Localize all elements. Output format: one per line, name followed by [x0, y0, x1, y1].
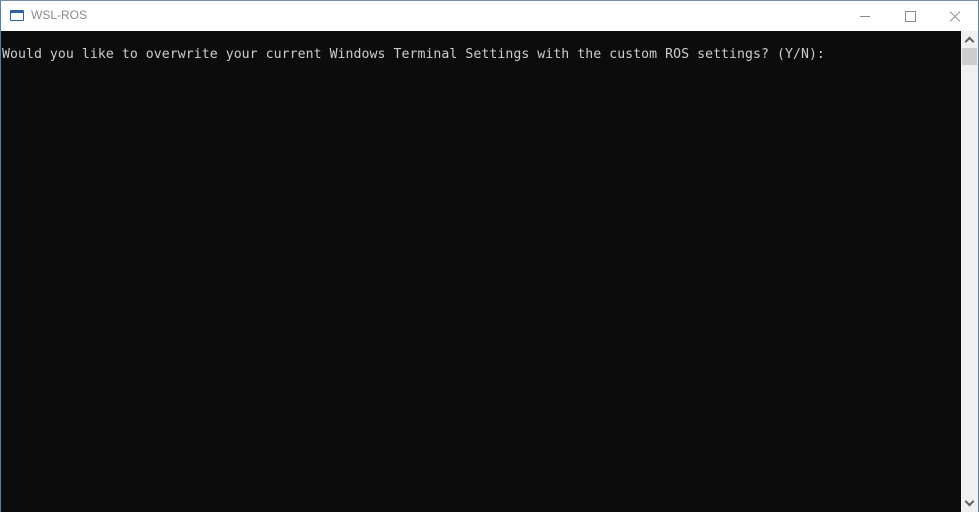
- chevron-down-icon: [964, 496, 975, 507]
- chevron-up-icon: [964, 36, 975, 47]
- close-icon: [949, 10, 961, 22]
- minimize-button[interactable]: [842, 1, 888, 31]
- vertical-scrollbar[interactable]: [961, 31, 978, 512]
- scroll-down-button[interactable]: [961, 495, 978, 512]
- title-bar[interactable]: WSL-ROS: [1, 1, 978, 31]
- scroll-thumb[interactable]: [962, 48, 977, 65]
- window-title: WSL-ROS: [31, 8, 88, 22]
- terminal-output[interactable]: Would you like to overwrite your current…: [1, 31, 961, 512]
- prompt-line: Would you like to overwrite your current…: [2, 47, 833, 62]
- maximize-button[interactable]: [887, 1, 933, 31]
- console-window: WSL-ROS Would you like to overwrite your…: [0, 0, 979, 512]
- scroll-up-button[interactable]: [961, 31, 978, 48]
- console-window-icon[interactable]: [10, 10, 24, 21]
- maximize-icon: [904, 10, 916, 22]
- minimize-icon: [860, 15, 870, 17]
- close-button[interactable]: [932, 1, 978, 31]
